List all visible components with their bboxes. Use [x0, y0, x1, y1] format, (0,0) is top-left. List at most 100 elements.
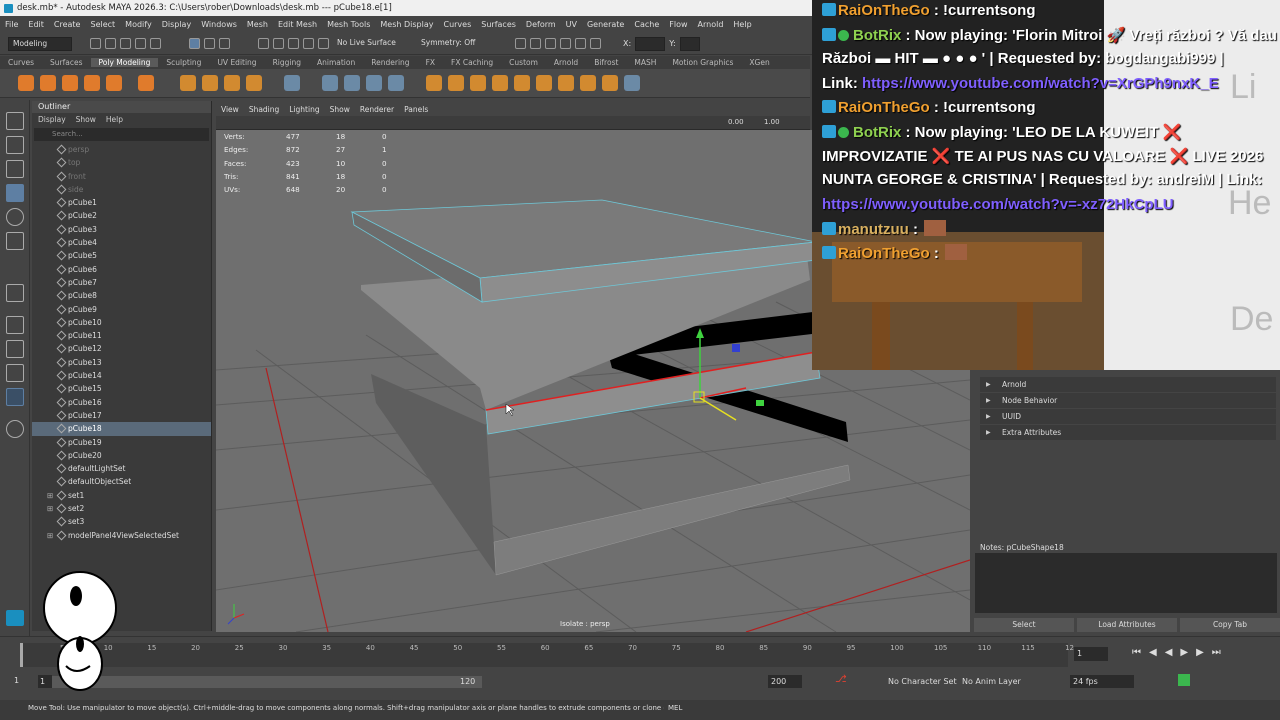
mirror-icon[interactable] — [624, 75, 640, 91]
outliner-item[interactable]: pCube14 — [32, 369, 211, 382]
select-object-icon[interactable] — [204, 38, 215, 49]
outliner-item[interactable]: pCube19 — [32, 436, 211, 449]
persp-outliner-layout-icon[interactable] — [6, 364, 24, 382]
menu-arnold[interactable]: Arnold — [693, 20, 729, 29]
menu-cache[interactable]: Cache — [629, 20, 664, 29]
undo-icon[interactable] — [135, 38, 146, 49]
poly-sphere-icon[interactable] — [18, 75, 34, 91]
move-manip-plane-xy[interactable] — [732, 344, 740, 352]
outliner-item[interactable]: side — [32, 183, 211, 196]
load-attributes-button[interactable]: Load Attributes — [1077, 618, 1177, 632]
shelf-tab-rigging[interactable]: Rigging — [265, 58, 309, 67]
select-tool-icon[interactable] — [6, 112, 24, 130]
outliner-item[interactable]: pCube15 — [32, 382, 211, 395]
outliner-search-input[interactable]: Search... — [34, 128, 209, 141]
auto-key-icon[interactable]: ⎇ — [835, 674, 847, 685]
outliner-item[interactable]: pCube18 — [32, 422, 211, 436]
shelf-tab-animation[interactable]: Animation — [309, 58, 363, 67]
outliner-item[interactable]: pCube2 — [32, 209, 211, 222]
outliner-item[interactable]: ⊞ set1 — [32, 489, 211, 502]
arnold-render-icon[interactable] — [590, 38, 601, 49]
expand-icon[interactable]: ⊞ — [47, 502, 53, 515]
redo-icon[interactable] — [150, 38, 161, 49]
shelf-tab-fx-caching[interactable]: FX Caching — [443, 58, 501, 67]
menu-edit[interactable]: Edit — [23, 20, 49, 29]
uv-editor-icon[interactable] — [284, 75, 300, 91]
poly-torus-icon[interactable] — [106, 75, 122, 91]
shelf-tab-custom[interactable]: Custom — [501, 58, 546, 67]
menu-create[interactable]: Create — [49, 20, 86, 29]
shelf-tab-arnold[interactable]: Arnold — [546, 58, 586, 67]
append-icon[interactable] — [514, 75, 530, 91]
command-line[interactable]: MEL — [664, 700, 1280, 720]
outliner-menu-display[interactable]: Display — [38, 113, 66, 126]
move-tool-icon[interactable] — [6, 184, 24, 202]
outliner-menu-show[interactable]: Show — [76, 113, 96, 126]
shelf-tab-surfaces[interactable]: Surfaces — [42, 58, 90, 67]
outliner-item[interactable]: ⊞ modelPanel4ViewSelectedSet — [32, 529, 211, 542]
render-settings-icon[interactable] — [545, 38, 556, 49]
time-cursor[interactable] — [20, 643, 23, 667]
menu-mesh-display[interactable]: Mesh Display — [375, 20, 438, 29]
outliner-item[interactable]: pCube3 — [32, 223, 211, 236]
outliner-item[interactable]: pCube4 — [32, 236, 211, 249]
open-scene-icon[interactable] — [105, 38, 116, 49]
outliner-item[interactable]: top — [32, 156, 211, 169]
hypershade-icon[interactable] — [560, 38, 571, 49]
svg-tool-icon[interactable] — [246, 75, 262, 91]
playback-controls[interactable]: ⏮◀◀▶▶⏭ — [1132, 647, 1229, 658]
outliner-item[interactable]: pCube8 — [32, 289, 211, 302]
gamma-field[interactable]: 1.00 — [764, 118, 780, 126]
outliner-item[interactable]: pCube1 — [32, 196, 211, 209]
viewport-menu-lighting[interactable]: Lighting — [289, 103, 319, 116]
boolean-icon[interactable] — [366, 75, 382, 91]
shelf-tab-poly-modeling[interactable]: Poly Modeling — [90, 58, 159, 67]
outliner-item[interactable]: pCube6 — [32, 263, 211, 276]
current-frame-field[interactable]: 1 — [1074, 647, 1108, 661]
menu-file[interactable]: File — [0, 20, 23, 29]
snap-grid-icon[interactable] — [258, 38, 269, 49]
poly-plane-icon[interactable] — [138, 75, 154, 91]
y-field[interactable] — [679, 36, 700, 51]
persp-graph-layout-icon[interactable] — [6, 388, 24, 406]
scale-tool-icon[interactable] — [6, 232, 24, 250]
outliner-item[interactable]: pCube11 — [32, 329, 211, 342]
separate-icon[interactable] — [344, 75, 360, 91]
outliner-item[interactable]: defaultLightSet — [32, 462, 211, 475]
snap-curve-icon[interactable] — [273, 38, 284, 49]
outliner-item[interactable]: pCube7 — [32, 276, 211, 289]
single-perspective-layout-icon[interactable] — [6, 316, 24, 334]
menu-mesh[interactable]: Mesh — [242, 20, 273, 29]
outliner-item[interactable]: pCube13 — [32, 356, 211, 369]
outliner-item[interactable]: pCube5 — [32, 249, 211, 262]
shelf-tab-rendering[interactable]: Rendering — [363, 58, 417, 67]
multi-cut-icon[interactable] — [536, 75, 552, 91]
viewport-menu-renderer[interactable]: Renderer — [360, 103, 394, 116]
expand-icon[interactable]: ⊞ — [47, 529, 53, 542]
loop-icon[interactable] — [1178, 674, 1190, 686]
rotate-tool-icon[interactable] — [6, 208, 24, 226]
lasso-tool-icon[interactable] — [6, 136, 24, 154]
attr-section-arnold[interactable]: Arnold — [980, 377, 1276, 392]
end-time[interactable]: 200 — [768, 675, 802, 688]
poly-cube-icon[interactable] — [40, 75, 56, 91]
attr-section-node-behavior[interactable]: Node Behavior — [980, 393, 1276, 408]
fps-dropdown[interactable]: 24 fps — [1070, 675, 1134, 688]
superellipse-icon[interactable] — [180, 75, 196, 91]
attr-section-uuid[interactable]: UUID — [980, 409, 1276, 424]
menu-deform[interactable]: Deform — [521, 20, 561, 29]
outliner-item[interactable]: pCube16 — [32, 396, 211, 409]
snap-surface-icon[interactable] — [318, 38, 329, 49]
ipr-render-icon[interactable] — [530, 38, 541, 49]
save-scene-icon[interactable] — [120, 38, 131, 49]
menu-select[interactable]: Select — [85, 20, 120, 29]
viewport-menu-view[interactable]: View — [221, 103, 239, 116]
text-tool-icon[interactable] — [224, 75, 240, 91]
menu-curves[interactable]: Curves — [438, 20, 476, 29]
start-time[interactable]: 1 — [14, 676, 19, 685]
shelf-tab-xgen[interactable]: XGen — [741, 58, 777, 67]
snap-point-icon[interactable] — [288, 38, 299, 49]
attr-section-extra-attributes[interactable]: Extra Attributes — [980, 425, 1276, 440]
paint-select-tool-icon[interactable] — [6, 160, 24, 178]
search-icon[interactable] — [6, 420, 24, 438]
